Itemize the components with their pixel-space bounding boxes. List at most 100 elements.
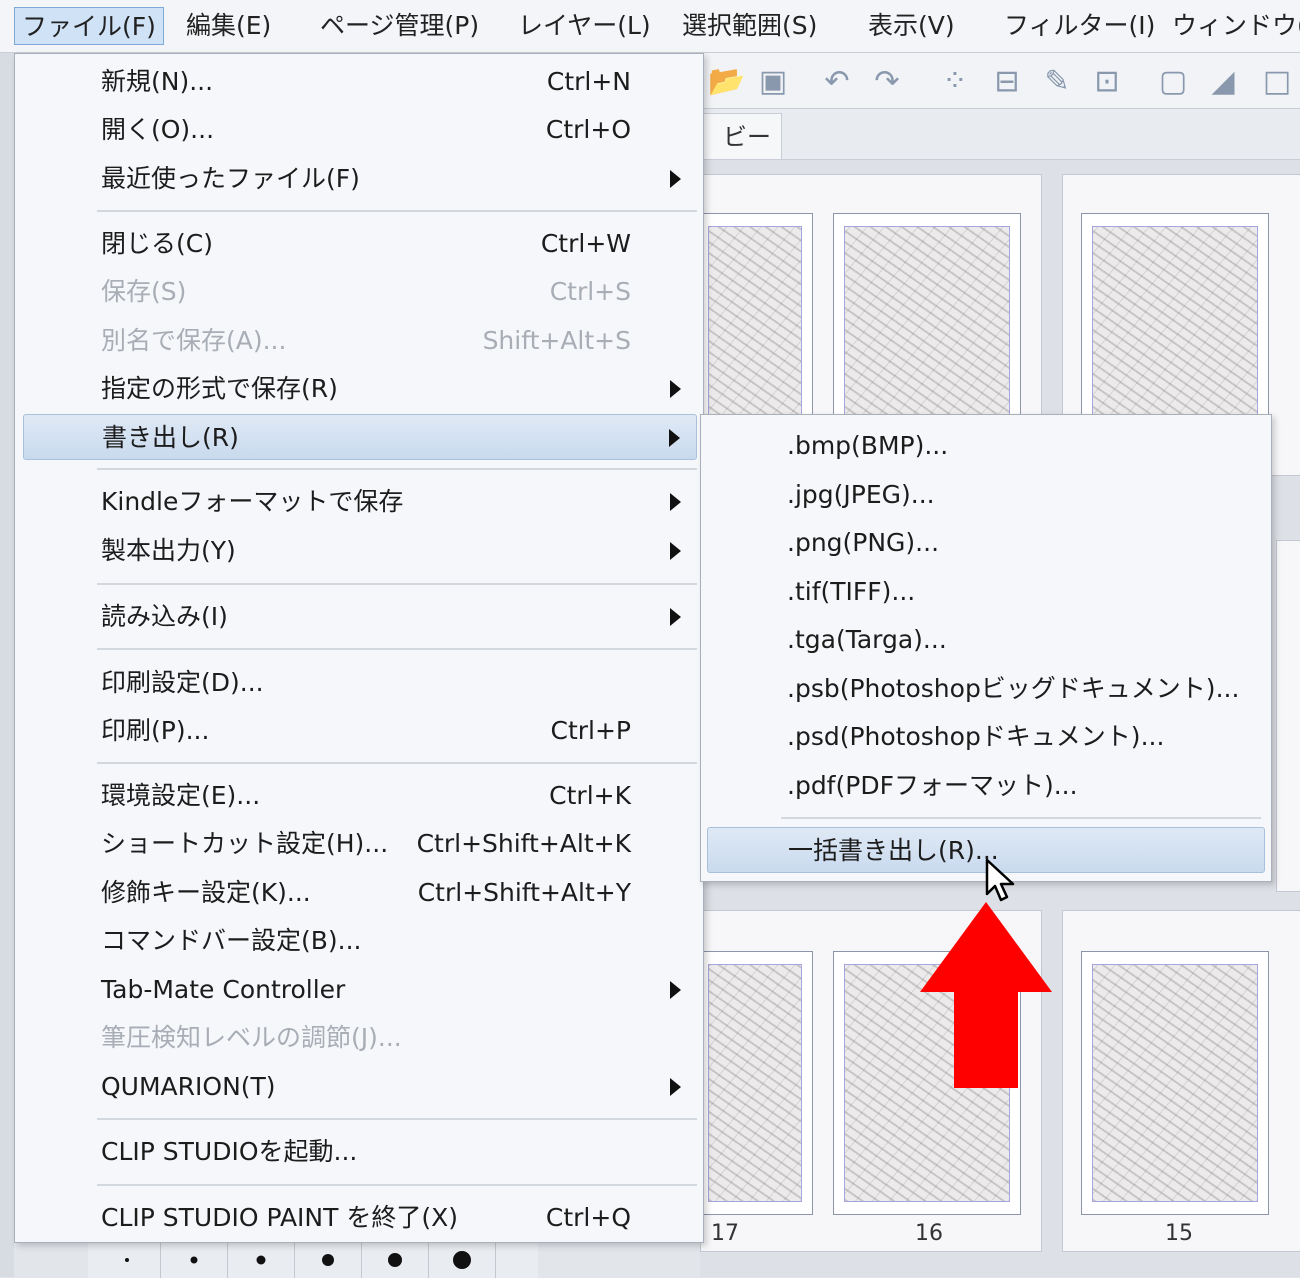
menu-file[interactable]: ファイル(F) (14, 7, 164, 45)
menu-item-label: .psd(Photoshopドキュメント)... (787, 722, 1165, 751)
menu-item-qumarion[interactable]: QUMARION(T) (23, 1064, 697, 1110)
submenu-arrow-icon (669, 429, 680, 447)
menu-item-shortcut: Ctrl+P (550, 716, 631, 745)
menu-item-kindle-format[interactable]: Kindleフォーマットで保存 (23, 479, 697, 525)
export-png[interactable]: .png(PNG)... (707, 520, 1265, 566)
menu-item-shortcut-settings[interactable]: ショートカット設定(H)... Ctrl+Shift+Alt+K (23, 821, 697, 867)
menu-item-close[interactable]: 閉じる(C) Ctrl+W (23, 221, 697, 267)
export-psb[interactable]: .psb(Photoshopビッグドキュメント)... (707, 666, 1265, 712)
menu-separator (97, 1118, 697, 1120)
menu-item-exit[interactable]: CLIP STUDIO PAINT を終了(X) Ctrl+Q (23, 1195, 697, 1241)
export-tga[interactable]: .tga(Targa)... (707, 617, 1265, 663)
menu-item-pen-pressure-adjust: 筆圧検知レベルの調節(J)... (23, 1015, 697, 1061)
menu-item-label: .jpg(JPEG)... (787, 480, 935, 509)
menu-item-label: 印刷設定(D)... (101, 668, 264, 697)
scale-icon[interactable]: ⊡ (1090, 65, 1124, 99)
selection-dots-icon[interactable]: ⁘ (938, 65, 972, 99)
menu-item-label: CLIP STUDIO PAINT を終了(X) (101, 1203, 458, 1232)
page-thumbnail[interactable] (1081, 951, 1269, 1215)
menu-item-tab-mate-controller[interactable]: Tab-Mate Controller (23, 967, 697, 1013)
menu-item-label: コマンドバー設定(B)... (101, 926, 362, 955)
open-folder-icon[interactable]: 📂 (708, 65, 745, 99)
page-thumbnail[interactable] (697, 951, 813, 1215)
menu-selection[interactable]: 選択範囲(S) (682, 7, 817, 45)
menu-item-shortcut: Ctrl+K (549, 781, 631, 810)
export-pdf[interactable]: .pdf(PDFフォーマット)... (707, 763, 1265, 809)
menu-item-label: .psb(Photoshopビッグドキュメント)... (787, 674, 1240, 703)
menu-item-command-bar-settings[interactable]: コマンドバー設定(B)... (23, 918, 697, 964)
export-psd[interactable]: .psd(Photoshopドキュメント)... (707, 714, 1265, 760)
save-icon[interactable]: ▣ (756, 65, 790, 99)
page-number: 17 (711, 1221, 739, 1246)
submenu-arrow-icon (670, 380, 681, 398)
clear-icon[interactable]: ▢ (1156, 65, 1190, 99)
menu-item-label: 指定の形式で保存(R) (101, 374, 338, 403)
brush-size-option[interactable] (228, 1241, 295, 1278)
menu-item-launch-clip-studio[interactable]: CLIP STUDIOを起動... (23, 1129, 697, 1175)
menu-item-label: 開く(O)... (101, 115, 215, 144)
menu-item-print-settings[interactable]: 印刷設定(D)... (23, 660, 697, 706)
export-jpg[interactable]: .jpg(JPEG)... (707, 472, 1265, 518)
transform-icon[interactable]: ⊟ (990, 65, 1024, 99)
menu-bar: ファイル(F) 編集(E) ページ管理(P) レイヤー(L) 選択範囲(S) 表… (0, 0, 1300, 53)
brush-size-option[interactable] (362, 1241, 429, 1278)
menu-filter[interactable]: フィルター(I) (1004, 7, 1155, 45)
brush-size-option[interactable] (161, 1241, 228, 1278)
submenu-arrow-icon (670, 493, 681, 511)
menu-item-label: .tga(Targa)... (787, 625, 947, 654)
menu-item-shortcut: Ctrl+Q (545, 1203, 631, 1232)
menu-separator (97, 648, 697, 650)
menu-item-shortcut: Shift+Alt+S (482, 326, 631, 355)
menu-separator (781, 817, 1261, 819)
page-spread: 15 (1062, 910, 1300, 1252)
fill-icon[interactable]: ◢ (1206, 65, 1240, 99)
menu-window[interactable]: ウィンドウ(W (1172, 7, 1300, 45)
submenu-arrow-icon (670, 981, 681, 999)
brush-size-option[interactable] (429, 1241, 496, 1278)
menu-item-save-as-format[interactable]: 指定の形式で保存(R) (23, 366, 697, 412)
menu-item-print[interactable]: 印刷(P)... Ctrl+P (23, 708, 697, 754)
menu-edit[interactable]: 編集(E) (186, 7, 271, 45)
export-tif[interactable]: .tif(TIFF)... (707, 569, 1265, 615)
menu-item-export[interactable]: 書き出し(R) (23, 414, 697, 460)
menu-item-label: 保存(S) (101, 277, 187, 306)
menu-view[interactable]: 表示(V) (868, 7, 955, 45)
menu-item-modifier-key-settings[interactable]: 修飾キー設定(K)... Ctrl+Shift+Alt+Y (23, 870, 697, 916)
menu-item-recent-files[interactable]: 最近使ったファイル(F) (23, 156, 697, 202)
menu-item-label: 最近使ったファイル(F) (101, 164, 360, 193)
undo-icon[interactable]: ↶ (820, 65, 854, 99)
redo-icon[interactable]: ↷ (870, 65, 904, 99)
menu-item-label: Tab-Mate Controller (101, 975, 346, 1004)
menu-item-shortcut: Ctrl+O (545, 115, 631, 144)
brush-size-option[interactable] (94, 1241, 161, 1278)
menu-separator (97, 1184, 697, 1186)
menu-item-label: 新規(N)... (101, 67, 214, 96)
document-tab-bar: ビー × (700, 109, 1300, 197)
export-submenu: .bmp(BMP)... .jpg(JPEG)... .png(PNG)... … (700, 414, 1272, 882)
menu-item-new[interactable]: 新規(N)... Ctrl+N (23, 59, 697, 105)
menu-item-label: 筆圧検知レベルの調節(J)... (101, 1023, 402, 1052)
menu-item-print-output[interactable]: 製本出力(Y) (23, 528, 697, 574)
menu-item-label: 一括書き出し(R)... (788, 836, 999, 865)
menu-separator (97, 762, 697, 764)
menu-item-label: 書き出し(R) (102, 423, 239, 452)
submenu-arrow-icon (670, 608, 681, 626)
document-tab[interactable]: ビー × (700, 113, 782, 197)
command-bar: 📂 ▣ ↶ ↷ ⁘ ⊟ ✎ ⊡ ▢ ◢ □ (700, 53, 1300, 109)
pen-icon[interactable]: ✎ (1040, 65, 1074, 99)
menu-page-management[interactable]: ページ管理(P) (320, 7, 479, 45)
menu-separator (97, 210, 697, 212)
menu-item-label: 別名で保存(A)... (101, 326, 287, 355)
brush-size-option[interactable] (295, 1241, 362, 1278)
menu-item-import[interactable]: 読み込み(I) (23, 594, 697, 640)
menu-item-save: 保存(S) Ctrl+S (23, 269, 697, 315)
menu-layer[interactable]: レイヤー(L) (518, 7, 651, 45)
submenu-arrow-icon (670, 170, 681, 188)
menu-item-save-as: 別名で保存(A)... Shift+Alt+S (23, 318, 697, 364)
frame-icon[interactable]: □ (1260, 65, 1294, 99)
menu-item-label: .png(PNG)... (787, 528, 940, 557)
export-bmp[interactable]: .bmp(BMP)... (707, 423, 1265, 469)
menu-item-label: 製本出力(Y) (101, 536, 236, 565)
menu-item-open[interactable]: 開く(O)... Ctrl+O (23, 107, 697, 153)
menu-item-preferences[interactable]: 環境設定(E)... Ctrl+K (23, 773, 697, 819)
